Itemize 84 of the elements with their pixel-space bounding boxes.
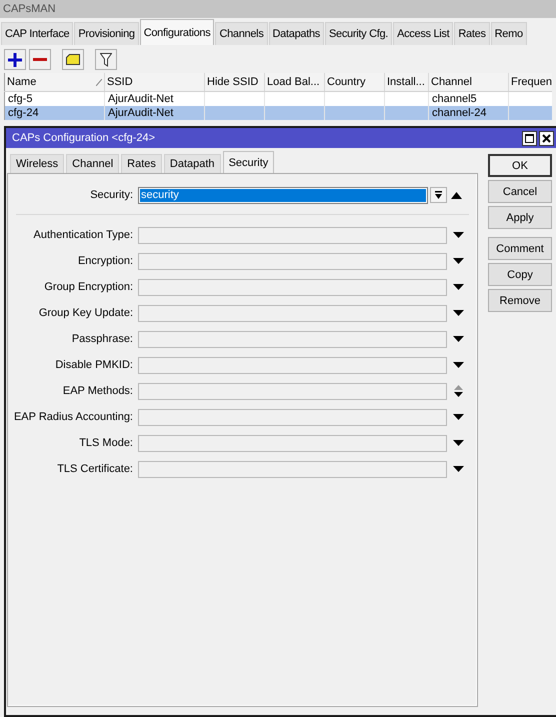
dropdown-arrow-icon[interactable]: [453, 440, 464, 446]
field-label: Authentication Type:: [32, 229, 134, 241]
field-label: EAP Methods:: [62, 385, 134, 397]
table-cell: AjurAudit-Net: [108, 93, 174, 105]
dialog-button[interactable]: Cancel: [488, 180, 552, 203]
note-icon: [66, 54, 80, 65]
dialog-button[interactable]: Apply: [488, 206, 552, 229]
column-header[interactable]: Frequen: [508, 73, 552, 92]
add-button[interactable]: [4, 49, 26, 70]
input-field[interactable]: [138, 460, 447, 478]
dialog-tab[interactable]: Security: [222, 151, 274, 173]
input-field[interactable]: [138, 278, 447, 296]
column-header[interactable]: Hide SSID: [204, 73, 264, 92]
dialog-button[interactable]: Copy: [488, 263, 552, 286]
tab[interactable]: Remo: [490, 22, 527, 45]
dialog-title: CAPs Configuration <cfg-24>: [12, 132, 156, 144]
dialog-button[interactable]: OK: [488, 154, 552, 177]
close-icon: [542, 134, 551, 142]
down-arrow-icon: [434, 190, 443, 200]
input-field[interactable]: [138, 356, 447, 374]
field-label: Security:: [89, 189, 134, 201]
comment-button[interactable]: [62, 49, 84, 70]
field-label: Encryption:: [76, 255, 134, 267]
maximize-button[interactable]: [522, 130, 537, 146]
dialog-tab[interactable]: Wireless: [10, 154, 64, 173]
table-cell: AjurAudit-Net: [108, 107, 174, 119]
dropdown-arrow-icon[interactable]: [453, 310, 464, 316]
up-arrow-icon[interactable]: [451, 192, 462, 198]
column-header[interactable]: Country: [324, 73, 384, 92]
sort-icon: [96, 78, 102, 86]
table-row[interactable]: cfg-24 AjurAudit-Net channel-24: [4, 106, 552, 120]
dialog-tab[interactable]: Channel: [66, 154, 120, 173]
dropdown-arrow-icon[interactable]: [453, 232, 464, 238]
dropdown-arrow-icon[interactable]: [453, 336, 464, 342]
tab[interactable]: Channels: [215, 22, 268, 45]
remove-button[interactable]: [29, 49, 51, 70]
dropdown-arrow-icon[interactable]: [453, 466, 464, 472]
dropdown-arrow-icon[interactable]: [453, 284, 464, 290]
tab[interactable]: CAP Interface: [1, 22, 74, 45]
dropdown-arrow-icon[interactable]: [453, 258, 464, 264]
column-header[interactable]: Name: [7, 76, 36, 88]
column-header[interactable]: SSID: [104, 73, 204, 92]
dialog-tab[interactable]: Rates: [121, 154, 162, 173]
tab[interactable]: Security Cfg.: [324, 22, 392, 45]
column-header[interactable]: Install...: [384, 73, 428, 92]
dropdown-button[interactable]: [430, 187, 447, 203]
table-cell: channel5: [432, 93, 477, 105]
window-title: CAPsMAN: [3, 3, 56, 15]
tab[interactable]: Access List: [393, 22, 454, 45]
field-label: Passphrase:: [70, 333, 134, 345]
tab[interactable]: Configurations: [140, 19, 214, 45]
input-field[interactable]: [138, 226, 447, 244]
column-header[interactable]: Channel: [428, 73, 508, 92]
table-cell: cfg-24: [8, 107, 39, 119]
minus-icon: [33, 58, 47, 61]
tab[interactable]: Rates: [454, 22, 490, 45]
input-field[interactable]: [138, 252, 447, 270]
table-cell: channel-24: [432, 107, 486, 119]
dialog-tab[interactable]: Datapath: [164, 154, 221, 173]
filter-button[interactable]: [95, 49, 117, 70]
tab[interactable]: Datapaths: [268, 22, 324, 45]
close-button[interactable]: [539, 130, 554, 146]
filter-icon: [100, 52, 112, 66]
input-field[interactable]: [138, 408, 447, 426]
dropdown-arrow-icon[interactable]: [453, 362, 464, 368]
field-label: TLS Mode:: [78, 437, 134, 449]
tab[interactable]: Provisioning: [74, 22, 139, 45]
input-field[interactable]: [138, 434, 447, 452]
field-label: Disable PMKID:: [54, 359, 134, 371]
input-field[interactable]: [138, 330, 447, 348]
field-label: Group Encryption:: [43, 281, 134, 293]
dropdown-arrow-icon[interactable]: [453, 414, 464, 420]
dialog-button[interactable]: Remove: [488, 289, 552, 312]
input-field[interactable]: [138, 382, 447, 400]
field-label: EAP Radius Accounting:: [12, 411, 134, 423]
field-label: Group Key Update:: [38, 307, 134, 319]
dialog-button[interactable]: Comment: [488, 237, 552, 260]
plus-icon: [8, 52, 22, 66]
input-field[interactable]: [138, 304, 447, 322]
table-cell: cfg-5: [8, 93, 32, 105]
field-label: TLS Certificate:: [56, 463, 134, 475]
maximize-icon: [525, 134, 534, 142]
column-header[interactable]: Load Bal...: [264, 73, 324, 92]
spinner-arrows-icon[interactable]: [453, 385, 464, 397]
